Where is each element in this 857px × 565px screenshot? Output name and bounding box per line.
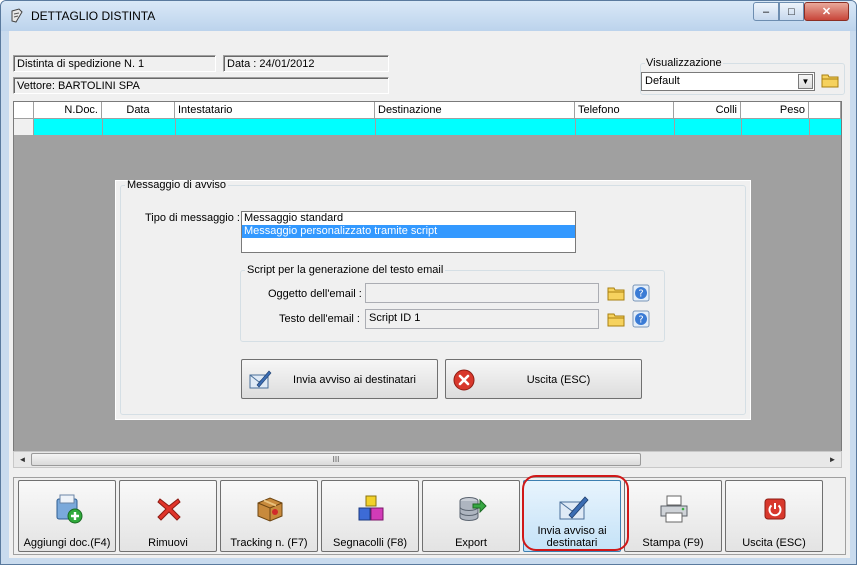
tipo-messaggio-list[interactable]: Messaggio standard Messaggio personalizz… [241, 211, 576, 253]
visualizzazione-value: Default [645, 75, 680, 87]
visualizzazione-select[interactable]: Default ▼ [641, 72, 815, 91]
exit-button[interactable]: Uscita (ESC) [725, 480, 823, 552]
svg-text:?: ? [638, 315, 643, 326]
add-document-button[interactable]: Aggiungi doc.(F4) [18, 480, 116, 552]
script-group: Script per la generazione del testo emai… [240, 264, 665, 342]
exit-power-icon [764, 498, 786, 520]
column-header[interactable]: Destinazione [375, 102, 575, 119]
envelope-pen-icon [249, 370, 272, 389]
column-header[interactable]: N.Doc. [34, 102, 102, 119]
grid-header: N.Doc. Data Intestatario Destinazione Te… [14, 102, 841, 119]
boxes-icon [358, 495, 384, 521]
vettore-field: Vettore: BARTOLINI SPA [13, 77, 389, 94]
script-legend: Script per la generazione del testo emai… [247, 264, 444, 276]
column-header[interactable]: Intestatario [175, 102, 375, 119]
horizontal-scrollbar[interactable]: ◄ III ► [13, 451, 842, 468]
message-panel: Messaggio di avviso Tipo di messaggio : … [115, 179, 751, 420]
svg-text:?: ? [638, 289, 643, 300]
row-selector[interactable] [14, 119, 34, 135]
visualizzazione-legend: Visualizzazione [646, 57, 722, 69]
testo-input[interactable]: Script ID 1 [365, 309, 599, 329]
testo-label: Testo dell'email : [279, 313, 360, 325]
oggetto-label: Oggetto dell'email : [268, 288, 362, 300]
tracking-button[interactable]: Tracking n. (F7) [220, 480, 318, 552]
add-document-icon [56, 494, 83, 524]
folder-icon [607, 287, 625, 301]
column-header[interactable]: Colli [674, 102, 741, 119]
export-database-icon [459, 497, 487, 521]
close-button[interactable]: ✕ [804, 2, 849, 21]
messaggio-legend: Messaggio di avviso [127, 179, 227, 191]
print-button[interactable]: Stampa (F9) [624, 480, 722, 552]
exit-dialog-label: Uscita (ESC) [526, 374, 591, 386]
oggetto-folder-button[interactable] [606, 283, 626, 303]
send-notice-button[interactable]: Invia avviso ai destinatari [241, 359, 438, 399]
cancel-icon [453, 369, 475, 391]
scroll-thumb[interactable]: III [31, 453, 641, 466]
package-tracking-icon [257, 497, 283, 522]
oggetto-help-button[interactable]: ? [631, 283, 651, 303]
client-area: Distinta di spedizione N. 1 Data : 24/01… [9, 31, 850, 558]
visualizzazione-folder-button[interactable] [820, 70, 840, 90]
data-field: Data : 24/01/2012 [223, 55, 389, 72]
distinta-field: Distinta di spedizione N. 1 [13, 55, 216, 72]
folder-icon [607, 313, 625, 327]
print-label: Stampa (F9) [642, 537, 704, 549]
exit-dialog-button[interactable]: Uscita (ESC) [445, 359, 642, 399]
send-notice-label: Invia avviso ai destinatari [293, 374, 416, 386]
export-button[interactable]: Export [422, 480, 520, 552]
remove-button[interactable]: Rimuovi [119, 480, 217, 552]
bottom-toolbar: Aggiungi doc.(F4) Rimuovi Tracking n. (F… [13, 477, 846, 555]
window: DETTAGLIO DISTINTA – □ ✕ Distinta di spe… [0, 0, 857, 565]
list-item-selected[interactable]: Messaggio personalizzato tramite script [242, 225, 575, 238]
tracking-label: Tracking n. (F7) [230, 537, 308, 549]
export-label: Export [455, 537, 487, 549]
testo-folder-button[interactable] [606, 309, 626, 329]
oggetto-input[interactable] [365, 283, 599, 303]
app-icon [11, 8, 23, 23]
remove-x-icon [157, 498, 181, 521]
exit-label: Uscita (ESC) [742, 537, 806, 549]
scroll-right-arrow[interactable]: ► [825, 453, 840, 466]
scroll-left-arrow[interactable]: ◄ [15, 453, 30, 466]
segnacolli-label: Segnacolli (F8) [333, 537, 407, 549]
column-header-extra[interactable] [809, 102, 841, 119]
folder-icon [821, 74, 839, 88]
remove-label: Rimuovi [148, 537, 188, 549]
add-document-label: Aggiungi doc.(F4) [23, 537, 111, 549]
column-header[interactable]: Peso [741, 102, 809, 119]
minimize-button[interactable]: – [753, 2, 779, 21]
help-icon: ? [632, 310, 650, 328]
grid-corner [14, 102, 34, 119]
table-row[interactable] [14, 119, 841, 135]
segnacolli-button[interactable]: Segnacolli (F8) [321, 480, 419, 552]
maximize-button[interactable]: □ [779, 2, 804, 21]
chevron-down-icon[interactable]: ▼ [798, 74, 813, 89]
printer-icon [660, 495, 688, 523]
highlight-ring [522, 475, 629, 551]
window-title: DETTAGLIO DISTINTA [31, 9, 156, 23]
testo-help-button[interactable]: ? [631, 309, 651, 329]
tipo-messaggio-label: Tipo di messaggio : [145, 212, 240, 224]
column-header[interactable]: Telefono [575, 102, 674, 119]
title-bar: DETTAGLIO DISTINTA – □ ✕ [1, 1, 856, 31]
list-item[interactable]: Messaggio standard [242, 212, 575, 225]
column-header[interactable]: Data [102, 102, 175, 119]
help-icon: ? [632, 284, 650, 302]
